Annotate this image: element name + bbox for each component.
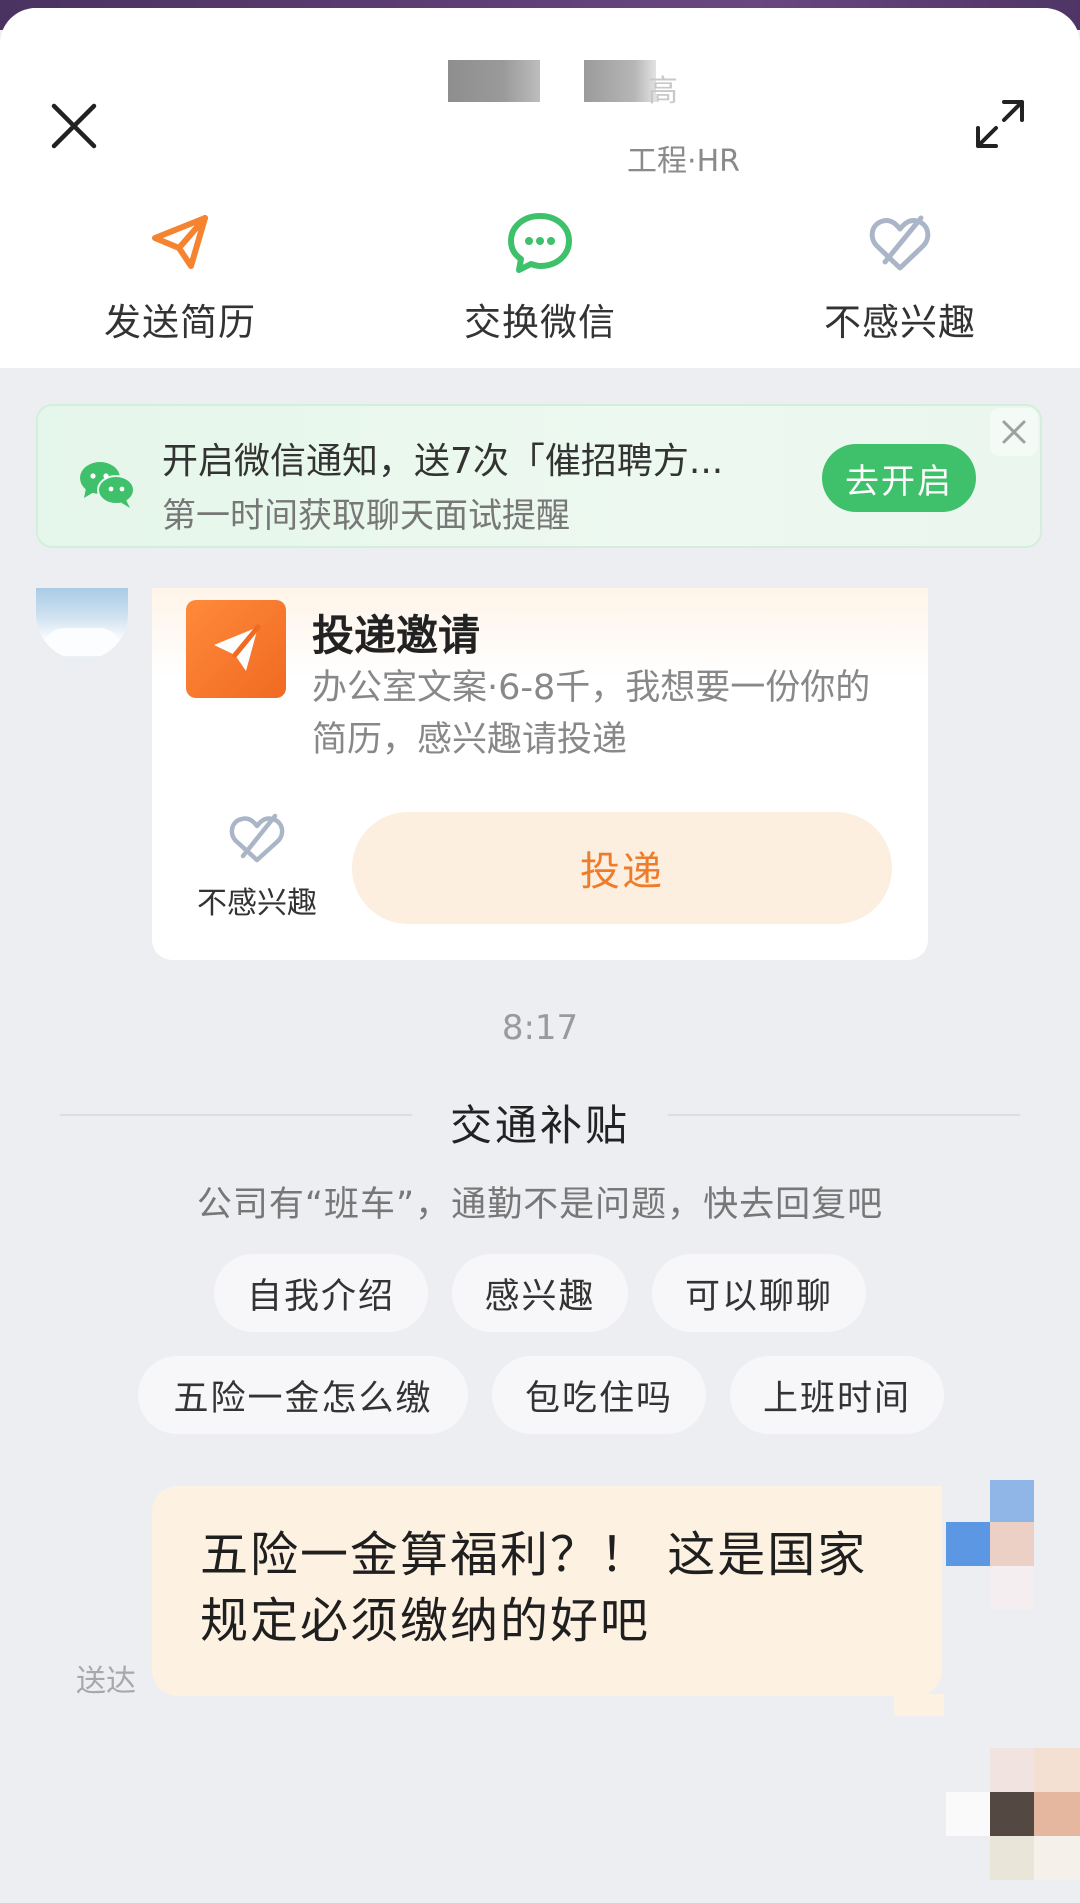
invite-card: 投递邀请 办公室文案·6-8千，我想要一份你的简历，感兴趣请投递 不感兴趣 投递: [152, 588, 928, 960]
not-interested-button[interactable]: 不感兴趣: [780, 208, 1020, 346]
redacted-name-block: [584, 60, 656, 102]
invite-description: 办公室文案·6-8千，我想要一份你的简历，感兴趣请投递: [312, 668, 871, 760]
hr-subtitle: 工程·HR: [627, 144, 740, 179]
quick-actions: 发送简历 交换微信 不感兴趣: [0, 208, 1080, 358]
hr-name: 高: [448, 56, 708, 109]
quick-reply-chip[interactable]: 上班时间: [730, 1356, 944, 1434]
wechat-icon: [508, 213, 572, 273]
chat-header: 高 工程·HR 发送简历 交换微信 不感兴趣: [0, 8, 1080, 368]
deliver-button[interactable]: 投递: [352, 812, 892, 924]
wechat-notify-banner: 开启微信通知，送7次「催招聘方... 第一时间获取聊天面试提醒 去开启: [36, 404, 1042, 548]
not-interested-label: 不感兴趣: [824, 301, 976, 344]
quick-reply-chip[interactable]: 可以聊聊: [652, 1254, 866, 1332]
quick-reply-chip[interactable]: 自我介绍: [214, 1254, 428, 1332]
exchange-wechat-button[interactable]: 交换微信: [420, 208, 660, 346]
send-resume-button[interactable]: 发送简历: [60, 208, 300, 346]
broken-heart-icon: [229, 813, 285, 863]
broken-heart-icon: [869, 215, 931, 271]
hr-name-suffix: 高: [648, 74, 678, 109]
banner-close-icon[interactable]: [990, 408, 1038, 456]
expand-icon[interactable]: [970, 94, 1030, 154]
invite-title: 投递邀请: [312, 611, 481, 660]
banner-subtitle: 第一时间获取聊天面试提醒: [162, 496, 570, 536]
close-icon[interactable]: [44, 96, 104, 156]
quick-reply-chip[interactable]: 五险一金怎么缴: [138, 1356, 468, 1434]
section-title: 交通补贴: [449, 1101, 630, 1150]
paper-plane-icon: [214, 624, 261, 671]
hr-avatar[interactable]: [36, 588, 128, 660]
invite-not-interested-label: 不感兴趣: [197, 886, 317, 921]
divider-right: [668, 1114, 1020, 1116]
delivered-status: 送达: [76, 1664, 136, 1699]
my-message-bubble[interactable]: 五险一金算福利？！ 这是国家规定必须缴纳的好吧: [152, 1486, 944, 1716]
exchange-wechat-label: 交换微信: [464, 301, 616, 344]
wechat-icon: [80, 462, 135, 508]
chat-sheet: 高 工程·HR 发送简历 交换微信 不感兴趣 开启微信通知，送7次「催招聘方..…: [0, 8, 1080, 1903]
quick-reply-chip[interactable]: 包吃住吗: [492, 1356, 706, 1434]
invite-not-interested[interactable]: 不感兴趣: [182, 810, 332, 922]
enable-notify-button[interactable]: 去开启: [822, 444, 976, 512]
quick-reply-chip[interactable]: 感兴趣: [452, 1254, 628, 1332]
invite-app-icon: [186, 600, 286, 698]
message-time: 8:17: [501, 1008, 579, 1048]
section-subtitle: 公司有“班车”，通勤不是问题，快去回复吧: [196, 1185, 884, 1225]
redacted-name-block: [448, 60, 540, 102]
my-message-text: 五险一金算福利？！ 这是国家规定必须缴纳的好吧: [200, 1527, 868, 1649]
banner-title: 开启微信通知，送7次「催招聘方...: [162, 441, 724, 482]
paper-plane-icon: [152, 215, 208, 269]
send-resume-label: 发送简历: [104, 301, 256, 344]
